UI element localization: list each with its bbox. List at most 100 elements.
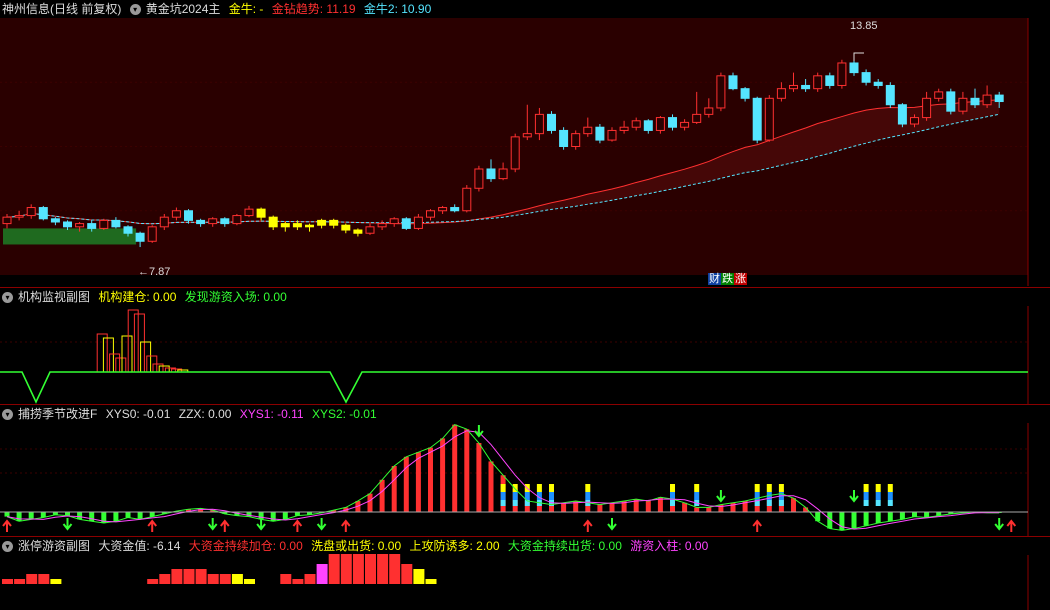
stock-name: 神州信息 <box>2 2 51 16</box>
sell-arrow-icon <box>316 518 327 531</box>
limit-up-bar <box>2 579 13 584</box>
candle-body <box>910 117 919 125</box>
xys-bar <box>270 512 276 522</box>
badge-finance[interactable]: 财 <box>708 273 721 285</box>
signal-bar-gold <box>536 484 542 492</box>
xys-bar <box>403 456 409 512</box>
badge-drop[interactable]: 跌 <box>721 273 734 285</box>
candle-body <box>946 91 956 112</box>
candle-body <box>704 107 714 115</box>
signal-bar-blue <box>863 492 869 500</box>
limit-up-bar <box>377 554 389 584</box>
candle-body <box>171 210 181 218</box>
xys-bar <box>125 512 131 518</box>
limit-up-bar <box>401 564 413 584</box>
low-zone <box>3 228 137 245</box>
candle-body <box>353 229 363 234</box>
sub3-title[interactable]: 涨停游资副图 <box>18 539 90 553</box>
chevron-down-icon[interactable]: ▾ <box>2 292 13 304</box>
candle-body <box>486 168 496 180</box>
signal-bar-cyan <box>766 500 772 506</box>
institution-bar <box>109 353 121 373</box>
xys-bar <box>428 447 433 512</box>
xys-bar <box>609 502 615 512</box>
candle-body <box>970 97 980 106</box>
high-price-label: 13.85 <box>850 20 878 32</box>
sell-arrow-icon <box>474 425 484 438</box>
badge-rise[interactable]: 涨 <box>734 273 747 285</box>
candlestick-chart[interactable] <box>0 0 1050 286</box>
xys-bar <box>899 512 905 520</box>
signal-bar-gold <box>670 484 675 492</box>
sub1-title[interactable]: 机构监视副图 <box>18 290 90 304</box>
xys-bar <box>476 443 482 512</box>
signal-bar-cyan <box>500 500 506 506</box>
indicator-hot-money-entry: 发现游资入场: 0.00 <box>184 290 287 304</box>
candle-body <box>426 210 435 218</box>
candle-body <box>619 126 629 131</box>
candle-body <box>958 97 968 112</box>
xys-bar <box>706 507 712 512</box>
candle-body <box>232 215 242 225</box>
candle-body <box>75 223 85 228</box>
chevron-down-icon[interactable]: ▾ <box>129 4 141 16</box>
main-chart-pane[interactable]: 神州信息(日线 前复权) ▾ 黄金坑2024主 金牛: - 金钻趋势: 11.19… <box>0 0 1050 286</box>
indicator-keep-adding: 大资金持续加仓: 0.00 <box>188 539 303 553</box>
candle-body <box>317 219 327 226</box>
institution-monitor-pane[interactable]: ▾ 机构监视副图 机构建仓: 0.00 发现游资入场: 0.00 <box>0 288 1050 404</box>
institution-bar <box>133 313 145 373</box>
xys-bar <box>597 504 603 512</box>
candle-body <box>99 219 109 229</box>
candle-body <box>377 223 387 228</box>
main-formula-name[interactable]: 黄金坑2024主 <box>146 2 221 16</box>
xys-bar <box>912 512 917 517</box>
candle-body <box>2 216 12 225</box>
signal-bar-blue <box>875 492 881 500</box>
xys-bar <box>367 493 373 512</box>
candle-body <box>559 129 569 147</box>
signal-bar-gold <box>863 484 869 492</box>
signal-bar-gold <box>694 484 700 492</box>
limit-up-bar <box>425 579 437 584</box>
chevron-down-icon[interactable]: ▾ <box>2 409 13 421</box>
signal-bar-cyan <box>670 500 675 506</box>
limit-up-bar <box>14 579 26 584</box>
limit-up-bar <box>183 569 195 584</box>
candle-body <box>401 218 411 229</box>
institution-bar <box>96 333 108 373</box>
limit-up-bar <box>292 579 304 584</box>
candle-body <box>547 113 556 131</box>
xys-bar <box>28 512 34 520</box>
limit-up-pane[interactable]: ▾ 涨停游资副图 大资金值: -6.14 大资金持续加仓: 0.00 洗盘或出货:… <box>0 537 1050 610</box>
buy-arrow-icon <box>2 519 12 532</box>
signal-bar-blue <box>694 492 700 500</box>
candle-body <box>897 104 907 125</box>
candle-body <box>438 207 448 212</box>
signal-bar-cyan <box>875 500 881 506</box>
chevron-down-icon[interactable]: ▾ <box>2 541 13 553</box>
xys-bar <box>839 512 845 531</box>
candle-body <box>87 223 97 229</box>
institution-bar <box>115 357 127 373</box>
xys-bar <box>16 512 22 522</box>
xys-bar <box>694 507 700 512</box>
buy-arrow-icon <box>147 519 157 532</box>
fishing-season-pane[interactable]: ▾ 捕捞季节改进F XYS0: -0.01 ZZX: 0.00 XYS1: -0.… <box>0 405 1050 536</box>
xys-bar <box>4 512 10 517</box>
xys-bar <box>863 512 869 526</box>
candle-body <box>256 208 266 218</box>
candle-body <box>668 117 677 128</box>
sub2-title[interactable]: 捕捞季节改进F <box>18 407 97 421</box>
signal-bar-gold <box>778 484 784 492</box>
institution-bar <box>158 365 170 373</box>
institution-bar <box>121 335 133 373</box>
candle-body <box>292 223 302 228</box>
signal-bar-gold <box>887 484 893 492</box>
xys-bar <box>464 429 470 512</box>
candle-body <box>365 226 375 234</box>
candle-body <box>341 224 351 231</box>
candle-body <box>607 129 617 141</box>
limit-up-bar <box>171 569 183 584</box>
candle-body <box>244 208 254 217</box>
fishing-season-chart[interactable] <box>0 405 1050 536</box>
